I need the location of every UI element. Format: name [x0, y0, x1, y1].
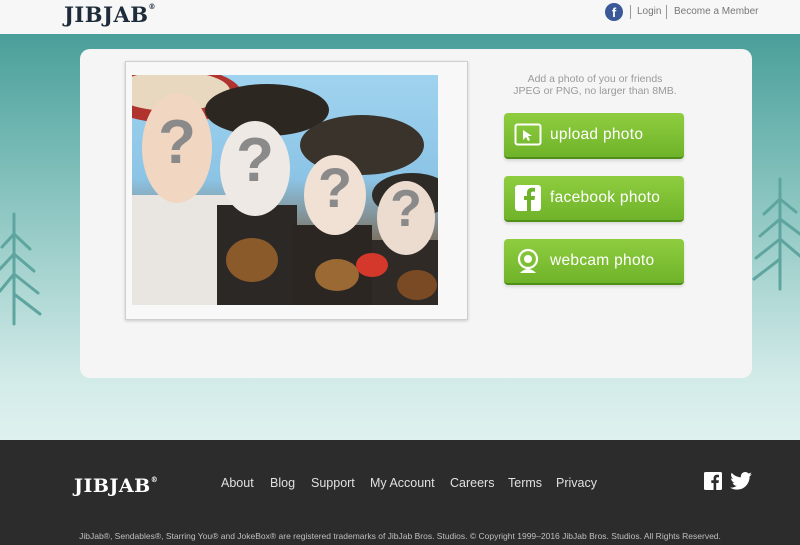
footer-logo[interactable]: JIBJAB® [74, 475, 158, 497]
header-divider [666, 5, 667, 19]
login-link[interactable]: Login [637, 6, 661, 17]
face-placeholder[interactable]: ? [377, 180, 435, 255]
instructions-line: Add a photo of you or friends [527, 73, 663, 85]
webcam-icon [517, 248, 539, 273]
question-mark-icon: ? [317, 156, 353, 219]
photo-preview-frame: ? ? ? ? [125, 61, 468, 320]
footer-link-privacy[interactable]: Privacy [556, 476, 597, 490]
question-mark-icon: ? [158, 108, 196, 177]
instructions-line: JPEG or PNG, no larger than 8MB. [513, 85, 677, 97]
facebook-icon [515, 185, 541, 211]
top-header: JIBJAB® f Login Become a Member [0, 0, 800, 34]
question-mark-icon: ? [236, 126, 274, 195]
footer-link-my-account[interactable]: My Account [370, 476, 435, 490]
footer-link-support[interactable]: Support [311, 476, 355, 490]
button-label: upload photo [550, 126, 644, 143]
mariachi-preview-image: ? ? ? ? [132, 75, 438, 305]
footer-link-careers[interactable]: Careers [450, 476, 494, 490]
pine-tree-left [0, 212, 42, 326]
button-label: webcam photo [550, 252, 655, 269]
footer-link-about[interactable]: About [221, 476, 254, 490]
facebook-photo-button[interactable]: facebook photo [504, 176, 684, 222]
upload-card: ? ? ? ? Add a photo of you or friends JP… [80, 49, 752, 378]
footer-link-terms[interactable]: Terms [508, 476, 542, 490]
site-footer: JIBJAB® About Blog Support My Account Ca… [0, 440, 800, 545]
legal-notice: JibJab®, Sendables®, Starring You® and J… [79, 531, 721, 541]
footer-link-blog[interactable]: Blog [270, 476, 295, 490]
hero-background: ? ? ? ? Add a photo of you or friends JP… [0, 34, 800, 440]
facebook-icon[interactable] [704, 472, 722, 490]
facebook-login-icon[interactable]: f [605, 3, 623, 21]
become-member-link[interactable]: Become a Member [674, 6, 758, 17]
pine-tree-right [752, 177, 800, 291]
button-label: facebook photo [550, 189, 661, 206]
face-placeholder[interactable]: ? [142, 93, 212, 203]
twitter-icon[interactable] [730, 472, 752, 490]
upload-instructions: Add a photo of you or friends JPEG or PN… [500, 73, 690, 97]
question-mark-icon: ? [390, 180, 422, 238]
header-divider [630, 5, 631, 19]
upload-cursor-icon [514, 123, 542, 146]
face-placeholder[interactable]: ? [304, 155, 366, 235]
upload-photo-button[interactable]: upload photo [504, 113, 684, 159]
webcam-photo-button[interactable]: webcam photo [504, 239, 684, 285]
jibjab-logo[interactable]: JIBJAB® [64, 2, 156, 27]
face-placeholder[interactable]: ? [220, 121, 290, 216]
